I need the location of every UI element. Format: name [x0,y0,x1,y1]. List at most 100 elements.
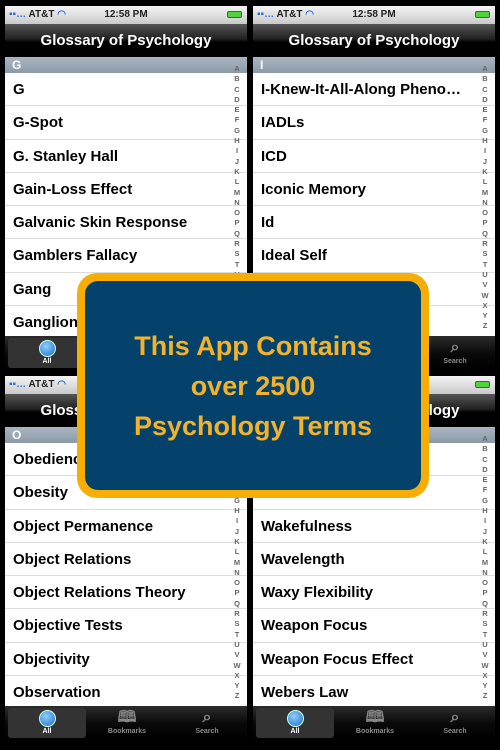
index-letter[interactable]: G [231,126,243,136]
term-row[interactable]: Iconic Memory [253,173,495,207]
index-letter[interactable]: L [479,547,491,557]
term-row[interactable]: Objective Tests [5,609,247,643]
term-row[interactable]: G. Stanley Hall [5,140,247,173]
index-letter[interactable]: H [231,136,243,146]
index-letter[interactable]: Z [479,691,491,701]
index-letter[interactable]: J [479,157,491,167]
index-letter[interactable]: Y [479,311,491,321]
term-row[interactable]: Webers Law [253,676,495,710]
index-letter[interactable]: I [479,146,491,156]
term-row[interactable]: Wavelength [253,543,495,577]
index-letter[interactable]: F [231,115,243,125]
index-letter[interactable]: V [231,650,243,660]
index-letter[interactable]: P [231,218,243,228]
index-letter[interactable]: S [479,249,491,259]
index-letter[interactable]: F [479,485,491,495]
index-letter[interactable]: Q [479,599,491,609]
index-letter[interactable]: S [231,249,243,259]
index-letter[interactable]: E [231,105,243,115]
index-letter[interactable]: B [479,444,491,454]
tab-all[interactable]: All [256,708,334,738]
tab-search[interactable]: ⌕ Search [416,708,494,738]
index-letter[interactable]: V [479,650,491,660]
term-row[interactable]: Weapon Focus Effect [253,643,495,677]
index-letter[interactable]: M [479,558,491,568]
index-letter[interactable]: Z [231,691,243,701]
term-row[interactable]: Object Relations [5,543,247,577]
term-row[interactable]: Object Permanence [5,510,247,543]
index-letter[interactable]: L [231,177,243,187]
tab-bookmarks[interactable]: 🕮 Bookmarks [88,708,166,738]
index-letter[interactable]: O [479,578,491,588]
index-letter[interactable]: X [231,671,243,681]
index-letter[interactable]: J [231,157,243,167]
index-letter[interactable]: W [231,661,243,671]
index-letter[interactable]: M [231,188,243,198]
index-letter[interactable]: W [479,661,491,671]
index-letter[interactable]: N [231,198,243,208]
index-letter[interactable]: N [479,568,491,578]
term-row[interactable]: I-Knew-It-All-Along Phenomenon [253,73,495,107]
index-letter[interactable]: H [479,506,491,516]
term-row[interactable]: IADLs [253,106,495,140]
index-letter[interactable]: I [231,516,243,526]
index-letter[interactable]: C [479,85,491,95]
index-letter[interactable]: H [231,506,243,516]
index-letter[interactable]: W [479,291,491,301]
tab-bookmarks[interactable]: 🕮 Bookmarks [336,708,414,738]
index-letter[interactable]: P [231,588,243,598]
index-letter[interactable]: E [479,475,491,485]
index-letter[interactable]: A [479,64,491,74]
index-letter[interactable]: T [479,630,491,640]
term-row[interactable]: ICD [253,140,495,173]
term-row[interactable]: Waxy Flexibility [253,576,495,610]
index-letter[interactable]: F [479,115,491,125]
index-letter[interactable]: I [231,146,243,156]
term-row[interactable]: G [5,73,247,107]
tab-all[interactable]: All [8,338,86,368]
index-letter[interactable]: V [479,280,491,290]
index-letter[interactable]: P [479,218,491,228]
index-letter[interactable]: T [231,260,243,270]
term-row[interactable]: Object Relations Theory [5,576,247,610]
term-row[interactable]: Wakefulness [253,510,495,543]
index-letter[interactable]: C [479,455,491,465]
term-row[interactable]: G-Spot [5,106,247,140]
index-letter[interactable]: X [479,671,491,681]
index-letter[interactable]: N [231,568,243,578]
term-row[interactable]: Objectivity [5,643,247,677]
index-letter[interactable]: D [479,465,491,475]
term-row[interactable]: Galvanic Skin Response [5,206,247,240]
term-row[interactable]: Id [253,206,495,240]
index-letter[interactable]: J [231,527,243,537]
index-letter[interactable]: K [231,167,243,177]
index-letter[interactable]: S [231,619,243,629]
index-letter[interactable]: S [479,619,491,629]
index-letter[interactable]: M [479,188,491,198]
tab-all[interactable]: All [8,708,86,738]
term-row[interactable]: Gamblers Fallacy [5,239,247,273]
index-letter[interactable]: T [231,630,243,640]
index-letter[interactable]: O [479,208,491,218]
index-letter[interactable]: L [479,177,491,187]
index-letter[interactable]: G [479,126,491,136]
index-letter[interactable]: L [231,547,243,557]
index-letter[interactable]: R [479,239,491,249]
term-row[interactable]: Gain-Loss Effect [5,173,247,207]
index-letter[interactable]: O [231,208,243,218]
index-letter[interactable]: R [231,239,243,249]
index-letter[interactable]: M [231,558,243,568]
alphabet-index[interactable]: ABCDEFGHIJKLMNOPQRSTUVWXYZ [479,64,491,332]
index-letter[interactable]: Y [479,681,491,691]
index-letter[interactable]: R [479,609,491,619]
index-letter[interactable]: U [231,640,243,650]
index-letter[interactable]: Q [231,229,243,239]
index-letter[interactable]: Y [231,681,243,691]
term-row[interactable]: Ideal Self [253,239,495,273]
index-letter[interactable]: X [479,301,491,311]
index-letter[interactable]: K [231,537,243,547]
index-letter[interactable]: E [479,105,491,115]
term-row[interactable]: Weapon Focus [253,609,495,643]
index-letter[interactable]: D [231,95,243,105]
index-letter[interactable]: N [479,198,491,208]
